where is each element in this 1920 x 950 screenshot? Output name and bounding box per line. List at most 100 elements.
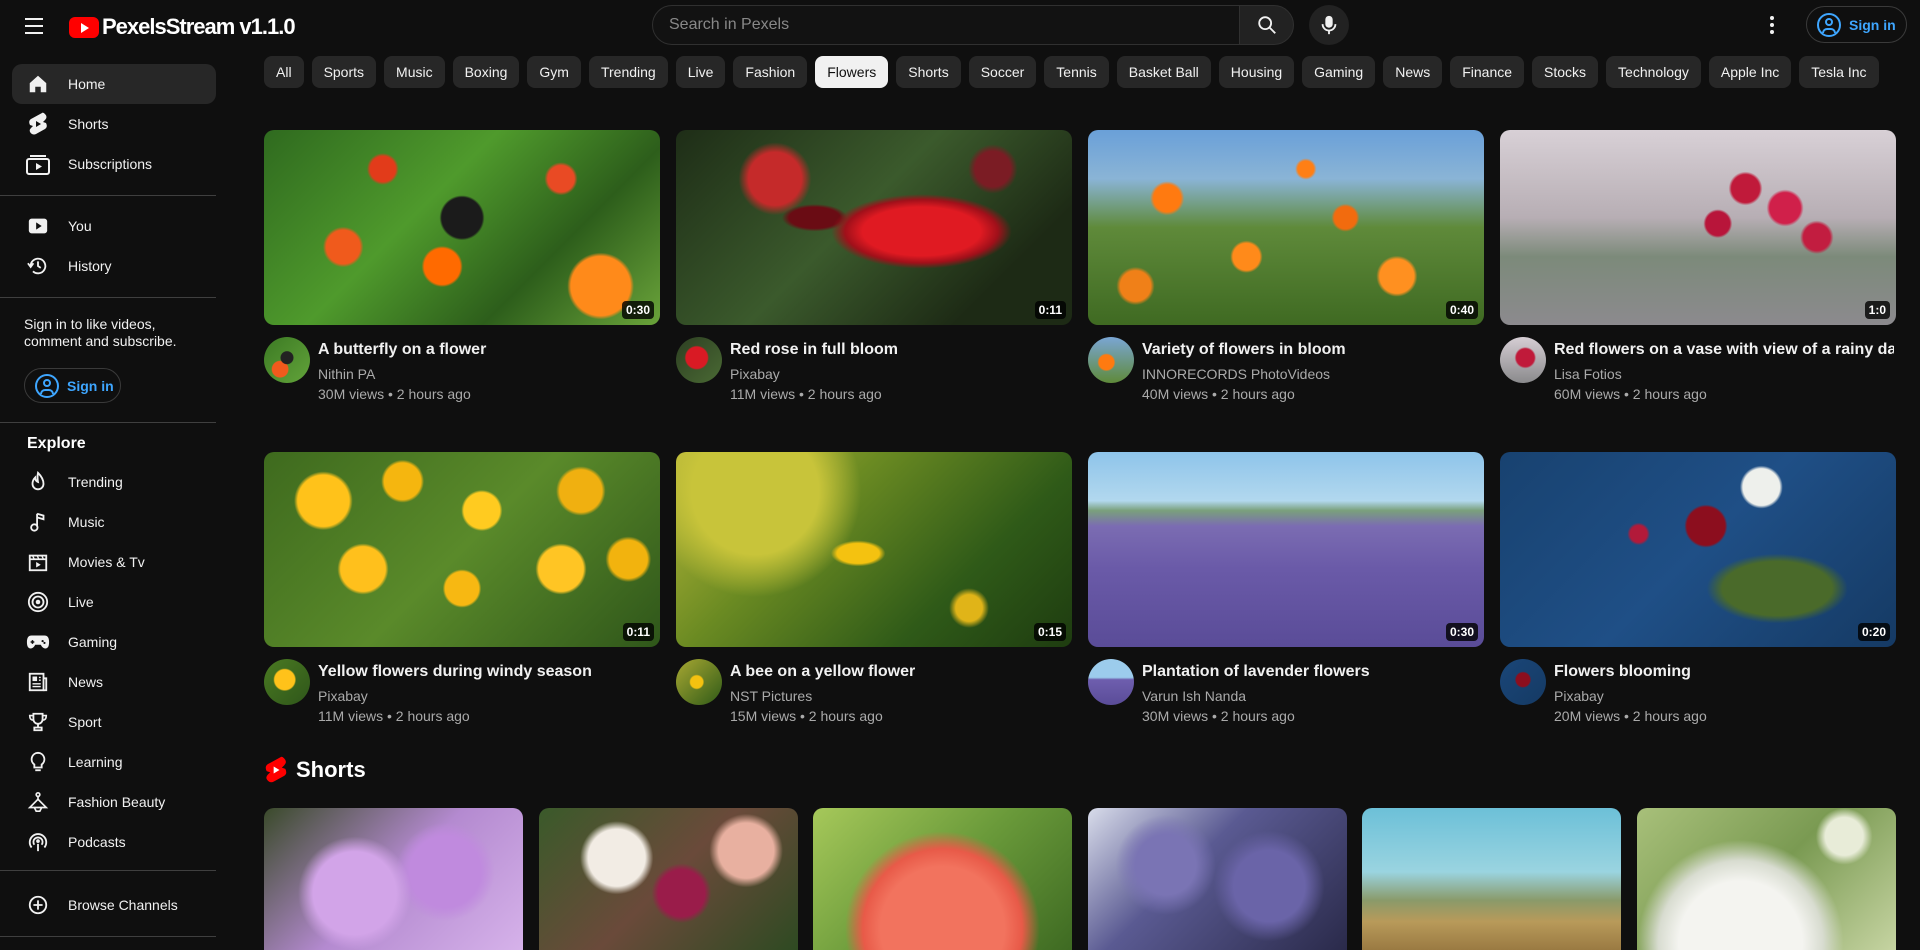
sidebar-item-subscriptions[interactable]: Subscriptions xyxy=(12,144,216,184)
channel-avatar[interactable] xyxy=(1500,659,1546,705)
channel-name[interactable]: INNORECORDS PhotoVideos xyxy=(1142,366,1330,382)
video-thumbnail[interactable]: 0:30 xyxy=(264,130,660,325)
chip-all[interactable]: All xyxy=(264,56,304,88)
video-thumbnail[interactable]: 0:30 xyxy=(1088,452,1484,647)
video-thumbnail[interactable]: 0:11 xyxy=(264,452,660,647)
chip-sports[interactable]: Sports xyxy=(311,56,377,88)
channel-name[interactable]: Pixabay xyxy=(318,688,368,704)
video-thumbnail[interactable]: 0:40 xyxy=(1088,130,1484,325)
sidebar-item-live[interactable]: Live xyxy=(12,582,216,622)
more-options-icon[interactable] xyxy=(1760,13,1784,37)
video-card[interactable]: 0:30 A butterfly on a flower Nithin PA 3… xyxy=(264,130,660,402)
chip-flowers[interactable]: Flowers xyxy=(815,56,889,88)
video-card[interactable]: 0:15 A bee on a yellow flower NST Pictur… xyxy=(676,452,1072,724)
sidebar-item-movies[interactable]: Movies & Tv xyxy=(12,542,216,582)
signin-label: Sign in xyxy=(67,377,114,394)
chip-finance[interactable]: Finance xyxy=(1450,56,1525,88)
search-button[interactable] xyxy=(1239,5,1294,45)
video-card[interactable]: 1:0 Red flowers on a vase with view of a… xyxy=(1500,130,1896,402)
channel-avatar[interactable] xyxy=(264,659,310,705)
video-duration: 0:15 xyxy=(1033,623,1066,641)
video-title[interactable]: A bee on a yellow flower xyxy=(730,663,1070,681)
video-thumbnail[interactable]: 1:0 xyxy=(1500,130,1896,325)
video-stats: 60M views • 2 hours ago xyxy=(1554,386,1707,402)
short-thumbnail[interactable] xyxy=(1088,808,1347,950)
chip-apple-inc[interactable]: Apple Inc xyxy=(1708,56,1792,88)
chip-soccer[interactable]: Soccer xyxy=(968,56,1037,88)
chip-basket-ball[interactable]: Basket Ball xyxy=(1116,56,1211,88)
short-thumbnail[interactable] xyxy=(264,808,523,950)
sidebar-item-you[interactable]: You xyxy=(12,206,216,246)
chip-stocks[interactable]: Stocks xyxy=(1532,56,1599,88)
video-thumbnail[interactable]: 0:11 xyxy=(676,130,1072,325)
sidebar-item-label: Learning xyxy=(68,754,123,770)
sidebar-item-history[interactable]: History xyxy=(12,246,216,286)
sidebar-item-shorts[interactable]: Shorts xyxy=(12,104,216,144)
channel-name[interactable]: Nithin PA xyxy=(318,366,375,382)
video-thumbnail[interactable]: 0:15 xyxy=(676,452,1072,647)
short-thumbnail[interactable] xyxy=(539,808,798,950)
menu-icon[interactable] xyxy=(20,14,48,38)
channel-avatar[interactable] xyxy=(1088,659,1134,705)
channel-avatar[interactable] xyxy=(264,337,310,383)
chip-fashion[interactable]: Fashion xyxy=(733,56,808,88)
chip-music[interactable]: Music xyxy=(384,56,445,88)
chip-housing[interactable]: Housing xyxy=(1218,56,1295,88)
sidebar-divider xyxy=(0,422,216,423)
sidebar-item-news[interactable]: News xyxy=(12,662,216,702)
channel-avatar[interactable] xyxy=(1500,337,1546,383)
sidebar-item-browse-channels[interactable]: Browse Channels xyxy=(12,885,216,925)
short-thumbnail[interactable] xyxy=(1637,808,1896,950)
chip-tennis[interactable]: Tennis xyxy=(1044,56,1109,88)
voice-search-button[interactable] xyxy=(1309,5,1349,45)
sidebar-item-label: Browse Channels xyxy=(68,897,178,913)
history-icon xyxy=(26,254,50,278)
chip-live[interactable]: Live xyxy=(675,56,726,88)
channel-name[interactable]: Pixabay xyxy=(730,366,780,382)
search-input[interactable] xyxy=(669,16,1239,34)
video-title[interactable]: Plantation of lavender flowers xyxy=(1142,663,1482,681)
video-card[interactable]: 0:20 Flowers blooming Pixabay 20M views … xyxy=(1500,452,1896,724)
channel-name[interactable]: Pixabay xyxy=(1554,688,1604,704)
video-title[interactable]: Red flowers on a vase with view of a rai… xyxy=(1554,341,1894,359)
video-title[interactable]: Flowers blooming xyxy=(1554,663,1894,681)
video-thumbnail[interactable]: 0:20 xyxy=(1500,452,1896,647)
signin-button[interactable]: Sign in xyxy=(1806,6,1907,43)
channel-name[interactable]: Varun Ish Nanda xyxy=(1142,688,1246,704)
chip-shorts[interactable]: Shorts xyxy=(896,56,961,88)
sidebar-item-fashion[interactable]: Fashion Beauty xyxy=(12,782,216,822)
chip-gaming[interactable]: Gaming xyxy=(1302,56,1376,88)
chip-tesla-inc[interactable]: Tesla Inc xyxy=(1799,56,1879,88)
video-title[interactable]: A butterfly on a flower xyxy=(318,341,658,359)
sidebar-item-home[interactable]: Home xyxy=(12,64,216,104)
video-card[interactable]: 0:30 Plantation of lavender flowers Varu… xyxy=(1088,452,1484,724)
sidebar-item-music[interactable]: Music xyxy=(12,502,216,542)
sidebar-item-label: Gaming xyxy=(68,634,118,650)
channel-name[interactable]: Lisa Fotios xyxy=(1554,366,1622,382)
sidebar-item-trending[interactable]: Trending xyxy=(12,462,216,502)
sidebar-item-podcasts[interactable]: Podcasts xyxy=(12,822,216,862)
video-title[interactable]: Variety of flowers in bloom xyxy=(1142,341,1482,359)
sidebar-signin-button[interactable]: Sign in xyxy=(24,368,121,403)
sidebar-item-label: Music xyxy=(68,514,105,530)
chip-trending[interactable]: Trending xyxy=(588,56,668,88)
channel-avatar[interactable] xyxy=(676,337,722,383)
video-card[interactable]: 0:11 Red rose in full bloom Pixabay 11M … xyxy=(676,130,1072,402)
chip-gym[interactable]: Gym xyxy=(527,56,581,88)
channel-avatar[interactable] xyxy=(1088,337,1134,383)
short-thumbnail[interactable] xyxy=(813,808,1072,950)
sidebar-item-learning[interactable]: Learning xyxy=(12,742,216,782)
chip-technology[interactable]: Technology xyxy=(1606,56,1701,88)
short-thumbnail[interactable] xyxy=(1362,808,1621,950)
video-card[interactable]: 0:11 Yellow flowers during windy season … xyxy=(264,452,660,724)
video-title[interactable]: Yellow flowers during windy season xyxy=(318,663,658,681)
video-title[interactable]: Red rose in full bloom xyxy=(730,341,1070,359)
sidebar-item-sport[interactable]: Sport xyxy=(12,702,216,742)
chip-boxing[interactable]: Boxing xyxy=(452,56,520,88)
app-logo[interactable]: PexelsStream v1.1.0 xyxy=(69,14,296,40)
channel-avatar[interactable] xyxy=(676,659,722,705)
video-card[interactable]: 0:40 Variety of flowers in bloom INNOREC… xyxy=(1088,130,1484,402)
sidebar-item-gaming[interactable]: Gaming xyxy=(12,622,216,662)
channel-name[interactable]: NST Pictures xyxy=(730,688,812,704)
chip-news[interactable]: News xyxy=(1383,56,1443,88)
